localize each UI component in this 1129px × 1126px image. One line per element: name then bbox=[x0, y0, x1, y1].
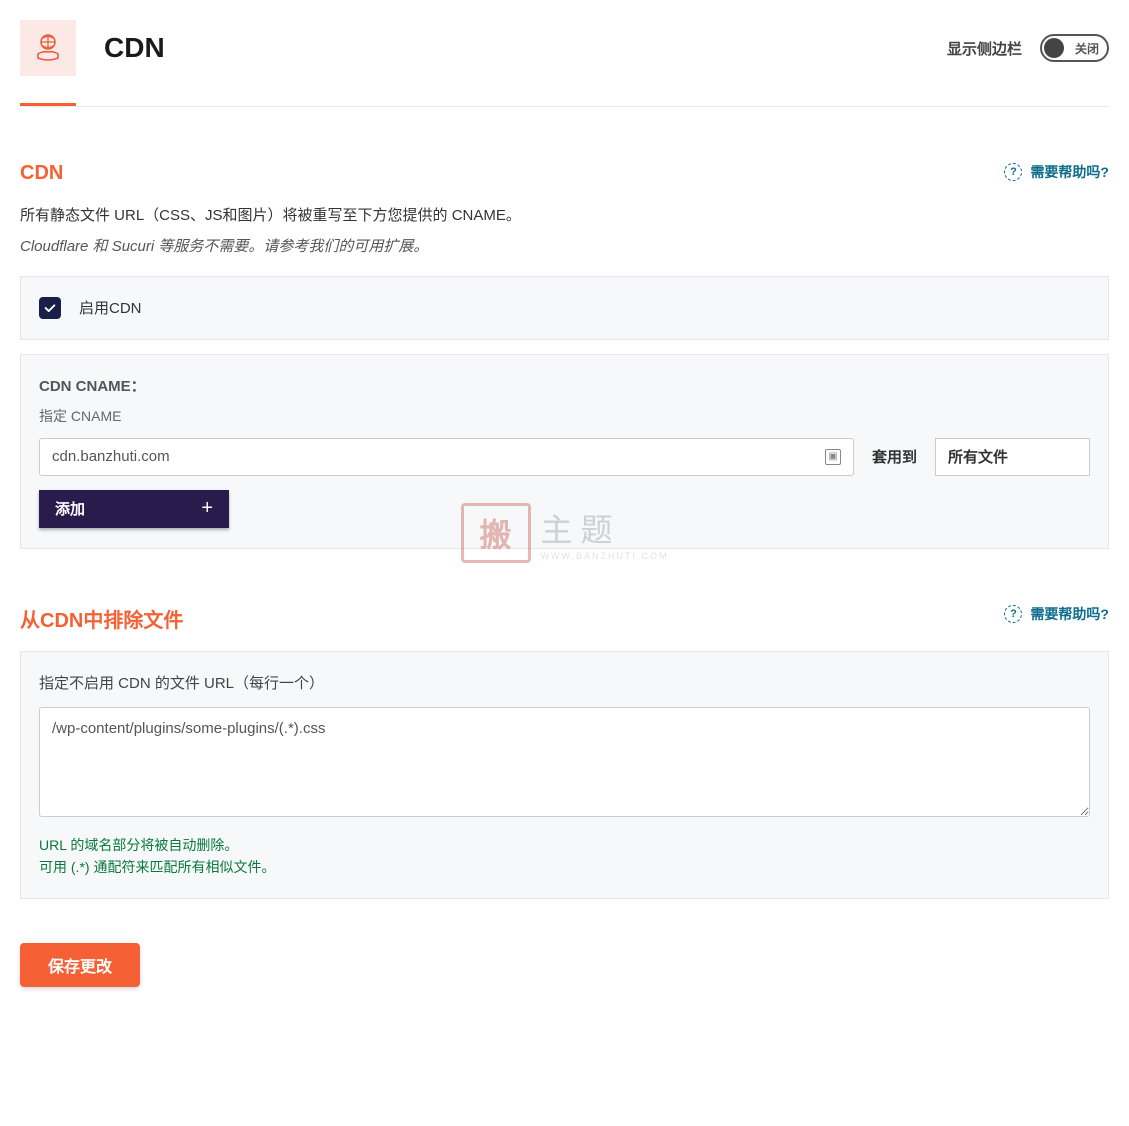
page-header: CDN 显示侧边栏 关闭 bbox=[20, 20, 1109, 107]
add-button[interactable]: 添加 + bbox=[39, 490, 229, 528]
help-icon: ? bbox=[1004, 163, 1022, 181]
hint-line-1: URL 的域名部分将被自动删除。 bbox=[39, 834, 1090, 856]
apply-to-value: 所有文件 bbox=[948, 446, 1008, 467]
input-indicator-icon: ▣ bbox=[825, 449, 841, 465]
page-title: CDN bbox=[104, 32, 165, 64]
cname-panel: CDN CNAME： 指定 CNAME cdn.banzhuti.com ▣ 套… bbox=[20, 354, 1109, 549]
cdn-section-header: CDN ? 需要帮助吗? bbox=[20, 162, 1109, 185]
cname-field-sublabel: 指定 CNAME bbox=[39, 406, 1090, 426]
exclude-section: 从CDN中排除文件 ? 需要帮助吗? 指定不启用 CDN 的文件 URL（每行一… bbox=[20, 604, 1109, 900]
add-button-label: 添加 bbox=[55, 498, 85, 519]
exclude-panel: 指定不启用 CDN 的文件 URL（每行一个） URL 的域名部分将被自动删除。… bbox=[20, 651, 1109, 900]
cname-row: cdn.banzhuti.com ▣ 套用到 所有文件 bbox=[39, 438, 1090, 476]
cdn-help-link[interactable]: ? 需要帮助吗? bbox=[1004, 162, 1109, 182]
exclude-help-link[interactable]: ? 需要帮助吗? bbox=[1004, 604, 1109, 624]
watermark-sub: WWW.BANZHUTI.COM bbox=[541, 551, 669, 561]
toggle-knob bbox=[1044, 38, 1064, 58]
exclude-textarea[interactable] bbox=[39, 707, 1090, 817]
header-left: CDN bbox=[20, 20, 165, 76]
apply-to-label: 套用到 bbox=[872, 446, 917, 467]
help-text: 需要帮助吗? bbox=[1030, 162, 1109, 182]
cdn-section-title: CDN bbox=[20, 162, 63, 185]
cname-value: cdn.banzhuti.com bbox=[52, 448, 170, 465]
header-right: 显示侧边栏 关闭 bbox=[947, 34, 1109, 62]
enable-cdn-label: 启用CDN bbox=[79, 297, 142, 318]
cdn-desc-italic: Cloudflare 和 Sucuri 等服务不需要。请参考我们的可用扩展。 bbox=[20, 235, 1109, 256]
cdn-icon bbox=[20, 20, 76, 76]
apply-to-select[interactable]: 所有文件 bbox=[935, 438, 1090, 476]
exclude-section-header: 从CDN中排除文件 ? 需要帮助吗? bbox=[20, 604, 1109, 633]
exclude-section-title: 从CDN中排除文件 bbox=[20, 604, 183, 633]
sidebar-toggle[interactable]: 关闭 bbox=[1040, 34, 1109, 62]
cdn-desc: 所有静态文件 URL（CSS、JS和图片）将被重写至下方您提供的 CNAME。 bbox=[20, 203, 1109, 229]
plus-icon: + bbox=[201, 497, 213, 520]
enable-cdn-panel: 启用CDN bbox=[20, 276, 1109, 340]
exclude-hint: URL 的域名部分将被自动删除。 可用 (.*) 通配符来匹配所有相似文件。 bbox=[39, 834, 1090, 879]
toggle-text: 关闭 bbox=[1075, 40, 1099, 57]
save-button[interactable]: 保存更改 bbox=[20, 943, 140, 987]
hint-line-2: 可用 (.*) 通配符来匹配所有相似文件。 bbox=[39, 856, 1090, 878]
sidebar-toggle-label: 显示侧边栏 bbox=[947, 38, 1022, 59]
exclude-textarea-label: 指定不启用 CDN 的文件 URL（每行一个） bbox=[39, 672, 1090, 693]
cname-field-label: CDN CNAME： bbox=[39, 375, 1090, 396]
help-icon: ? bbox=[1004, 605, 1022, 623]
enable-cdn-row: 启用CDN bbox=[39, 297, 1090, 319]
enable-cdn-checkbox[interactable] bbox=[39, 297, 61, 319]
cname-input[interactable]: cdn.banzhuti.com ▣ bbox=[39, 438, 854, 476]
cdn-section: CDN ? 需要帮助吗? 所有静态文件 URL（CSS、JS和图片）将被重写至下… bbox=[20, 162, 1109, 549]
help-text: 需要帮助吗? bbox=[1030, 604, 1109, 624]
